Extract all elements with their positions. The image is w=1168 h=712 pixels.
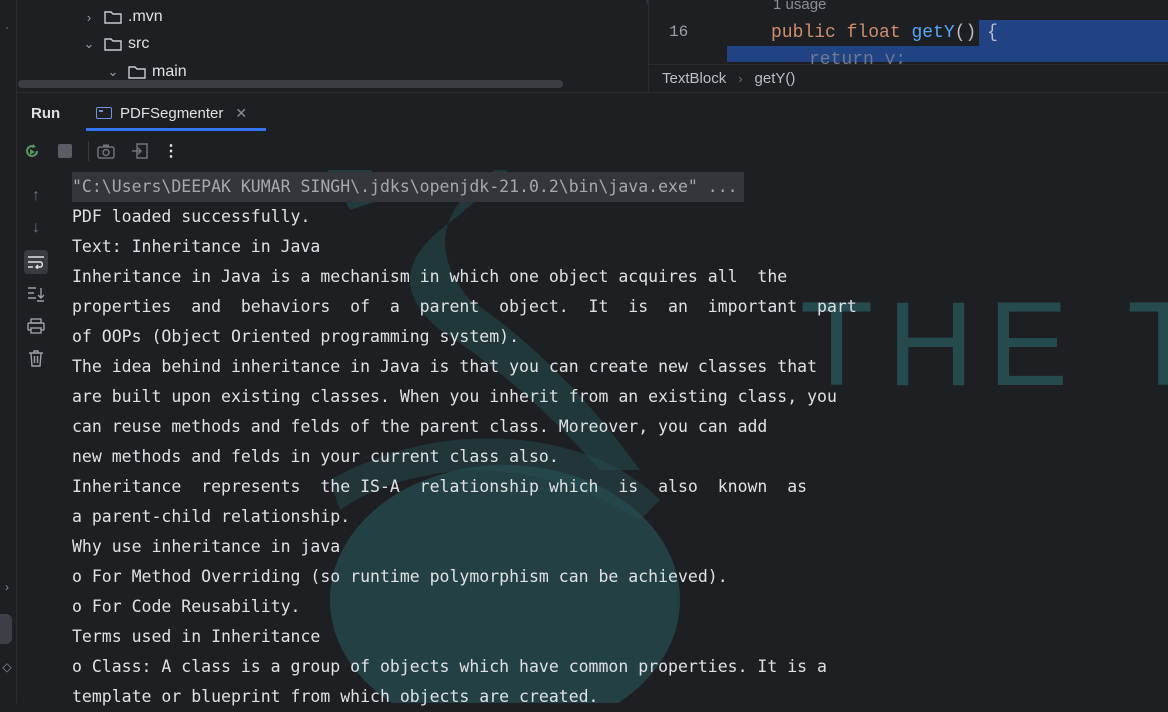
code-rest: () { <box>954 23 998 43</box>
console-line: Inheritance in Java is a mechanism in wh… <box>72 267 788 286</box>
strip-code-icon[interactable]: ◇ <box>0 660 14 674</box>
console-side-toolbar: ↑ ↓ <box>16 170 56 703</box>
code-line[interactable]: public float getY() { <box>727 20 1168 46</box>
console-line: can reuse methods and felds of the paren… <box>72 417 768 436</box>
breadcrumb-method[interactable]: getY() <box>755 70 796 87</box>
tree-item-mvn[interactable]: › .mvn <box>82 6 163 28</box>
console-line: Text: Inheritance in Java <box>72 237 321 256</box>
toolbar-separator <box>88 141 89 161</box>
soft-wrap-icon[interactable] <box>24 250 48 274</box>
stop-icon[interactable] <box>55 141 75 161</box>
keyword-float: float <box>846 23 901 43</box>
strip-chevron-icon[interactable]: › <box>0 580 14 594</box>
selection-highlight <box>727 46 1168 62</box>
usage-hint[interactable]: 1 usage <box>773 0 826 13</box>
console-line: Inheritance represents the IS-A relation… <box>72 477 808 496</box>
tree-horizontal-scrollbar[interactable] <box>18 80 563 88</box>
chevron-right-icon[interactable]: › <box>82 10 96 25</box>
breadcrumb-separator-icon: › <box>738 71 743 86</box>
console-output[interactable]: "C:\Users\DEEPAK KUMAR SINGH\.jdks\openj… <box>56 170 1168 706</box>
console-line: Why use inheritance in java <box>72 537 341 556</box>
line-number: 16 <box>669 23 689 41</box>
close-icon[interactable]: ✕ <box>235 105 247 122</box>
folder-icon <box>128 66 146 79</box>
trash-icon[interactable] <box>24 346 48 370</box>
strip-active-indicator[interactable] <box>0 614 12 644</box>
console-command-line: "C:\Users\DEEPAK KUMAR SINGH\.jdks\openj… <box>72 172 744 202</box>
keyword-public: public <box>771 23 836 43</box>
breadcrumb: TextBlock › getY() <box>649 64 1168 92</box>
console-line: a parent-child relationship. <box>72 507 351 526</box>
tree-item-label: main <box>152 63 187 80</box>
console-line: PDF loaded successfully. <box>72 207 311 226</box>
project-tree: › .mvn ⌄ src ⌄ main <box>16 0 646 92</box>
console-line: o For Method Overriding (so runtime poly… <box>72 567 728 586</box>
console-line: of OOPs (Object Oriented programming sys… <box>72 327 520 346</box>
scroll-to-end-icon[interactable] <box>24 282 48 306</box>
code-editor[interactable]: 1 usage 16 public float getY() { return … <box>648 0 1168 92</box>
breadcrumb-class[interactable]: TextBlock <box>662 70 726 87</box>
tab-active-underline <box>86 128 266 131</box>
strip-marker-icon: · <box>5 20 9 34</box>
more-options-icon[interactable]: ⋮ <box>161 141 181 161</box>
run-toolbar: ⋮ <box>16 132 1168 170</box>
chevron-down-icon[interactable]: ⌄ <box>106 64 120 80</box>
rerun-icon[interactable] <box>22 141 42 161</box>
console-line: The idea behind inheritance in Java is t… <box>72 357 818 376</box>
exit-icon[interactable] <box>130 141 150 161</box>
run-title[interactable]: Run <box>31 105 60 122</box>
tree-item-label: src <box>128 35 150 52</box>
console-icon <box>96 107 112 119</box>
folder-icon <box>104 38 122 51</box>
run-window-header: Run PDFSegmenter ✕ <box>16 92 1168 133</box>
tree-item-label: .mvn <box>128 8 163 25</box>
camera-icon[interactable] <box>96 141 116 161</box>
print-icon[interactable] <box>24 314 48 338</box>
console-line: template or blueprint from which objects… <box>72 687 599 706</box>
tab-label: PDFSegmenter <box>120 104 224 122</box>
console-line: properties and behaviors of a parent obj… <box>72 297 857 316</box>
arrow-up-icon[interactable]: ↑ <box>24 184 48 208</box>
folder-icon <box>104 11 122 24</box>
left-activity-strip: · › ◇ <box>0 0 17 703</box>
console-line: o For Code Reusability. <box>72 597 301 616</box>
chevron-down-icon[interactable]: ⌄ <box>82 36 96 52</box>
arrow-down-icon[interactable]: ↓ <box>24 216 48 240</box>
tab-pdfsegmenter[interactable]: PDFSegmenter ✕ <box>86 93 266 133</box>
console-line: o Class: A class is a group of objects w… <box>72 657 827 676</box>
method-name: getY <box>911 23 955 43</box>
console-line: Terms used in Inheritance <box>72 627 321 646</box>
console-line: are built upon existing classes. When yo… <box>72 387 837 406</box>
tree-item-src[interactable]: ⌄ src <box>82 33 150 55</box>
console-line: new methods and felds in your current cl… <box>72 447 559 466</box>
